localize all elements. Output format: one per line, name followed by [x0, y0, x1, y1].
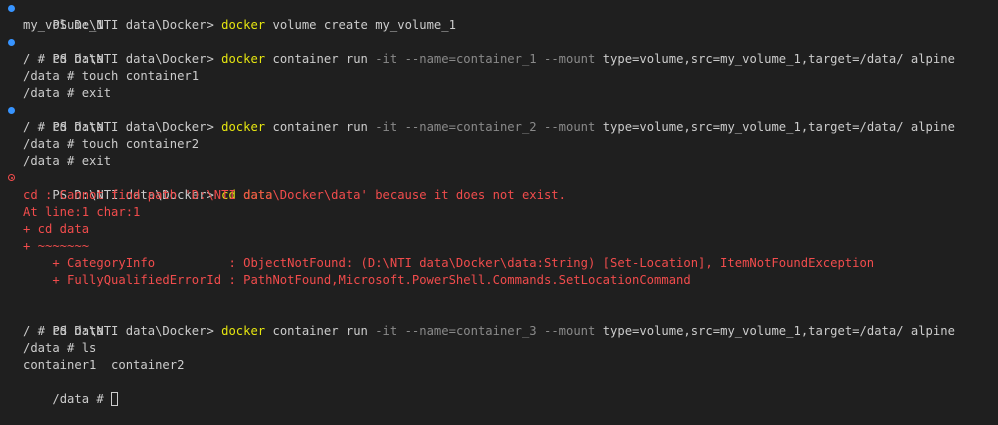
command-line: PS D:\NTI data\Docker> docker container … — [0, 34, 998, 66]
error-line: + FullyQualifiedErrorId : PathNotFound,M… — [23, 273, 691, 287]
output-line: container1 container2 — [23, 358, 185, 372]
command-line: PS D:\NTI data\Docker> docker volume cre… — [0, 0, 998, 32]
command-error-icon[interactable] — [8, 174, 15, 181]
error-line: cd : Cannot find path 'D:\NTI data\Docke… — [23, 188, 566, 202]
output-line: my_volume_1 — [23, 18, 104, 32]
command-line: PS D:\NTI data\Docker> docker container … — [0, 306, 998, 338]
command-success-icon[interactable] — [8, 107, 15, 114]
command-line: PS D:\NTI data\Docker> docker container … — [0, 102, 998, 134]
command-line: PS D:\NTI data\Docker> cd data — [0, 170, 998, 202]
error-line: + cd data — [23, 222, 90, 236]
output-line: / # cd data — [23, 324, 104, 338]
terminal-panel[interactable]: PS D:\NTI data\Docker> docker volume cre… — [0, 0, 998, 406]
error-line: At line:1 char:1 — [23, 205, 141, 219]
command-success-icon[interactable] — [8, 5, 15, 12]
output-line: / # cd data — [23, 52, 104, 66]
error-line: + ~~~~~~~ — [23, 239, 90, 253]
output-line: /data # touch container2 — [23, 137, 200, 151]
output-line: /data # exit — [23, 154, 112, 168]
output-line: /data # touch container1 — [23, 69, 200, 83]
output-line: / # cd data — [23, 120, 104, 134]
output-line: /data # ls — [23, 341, 97, 355]
terminal-cursor[interactable] — [111, 392, 119, 406]
command-success-icon[interactable] — [8, 39, 15, 46]
output-line: /data # exit — [23, 86, 112, 100]
active-prompt-line[interactable]: /data # — [0, 374, 998, 406]
error-line: + CategoryInfo : ObjectNotFound: (D:\NTI… — [23, 256, 875, 270]
